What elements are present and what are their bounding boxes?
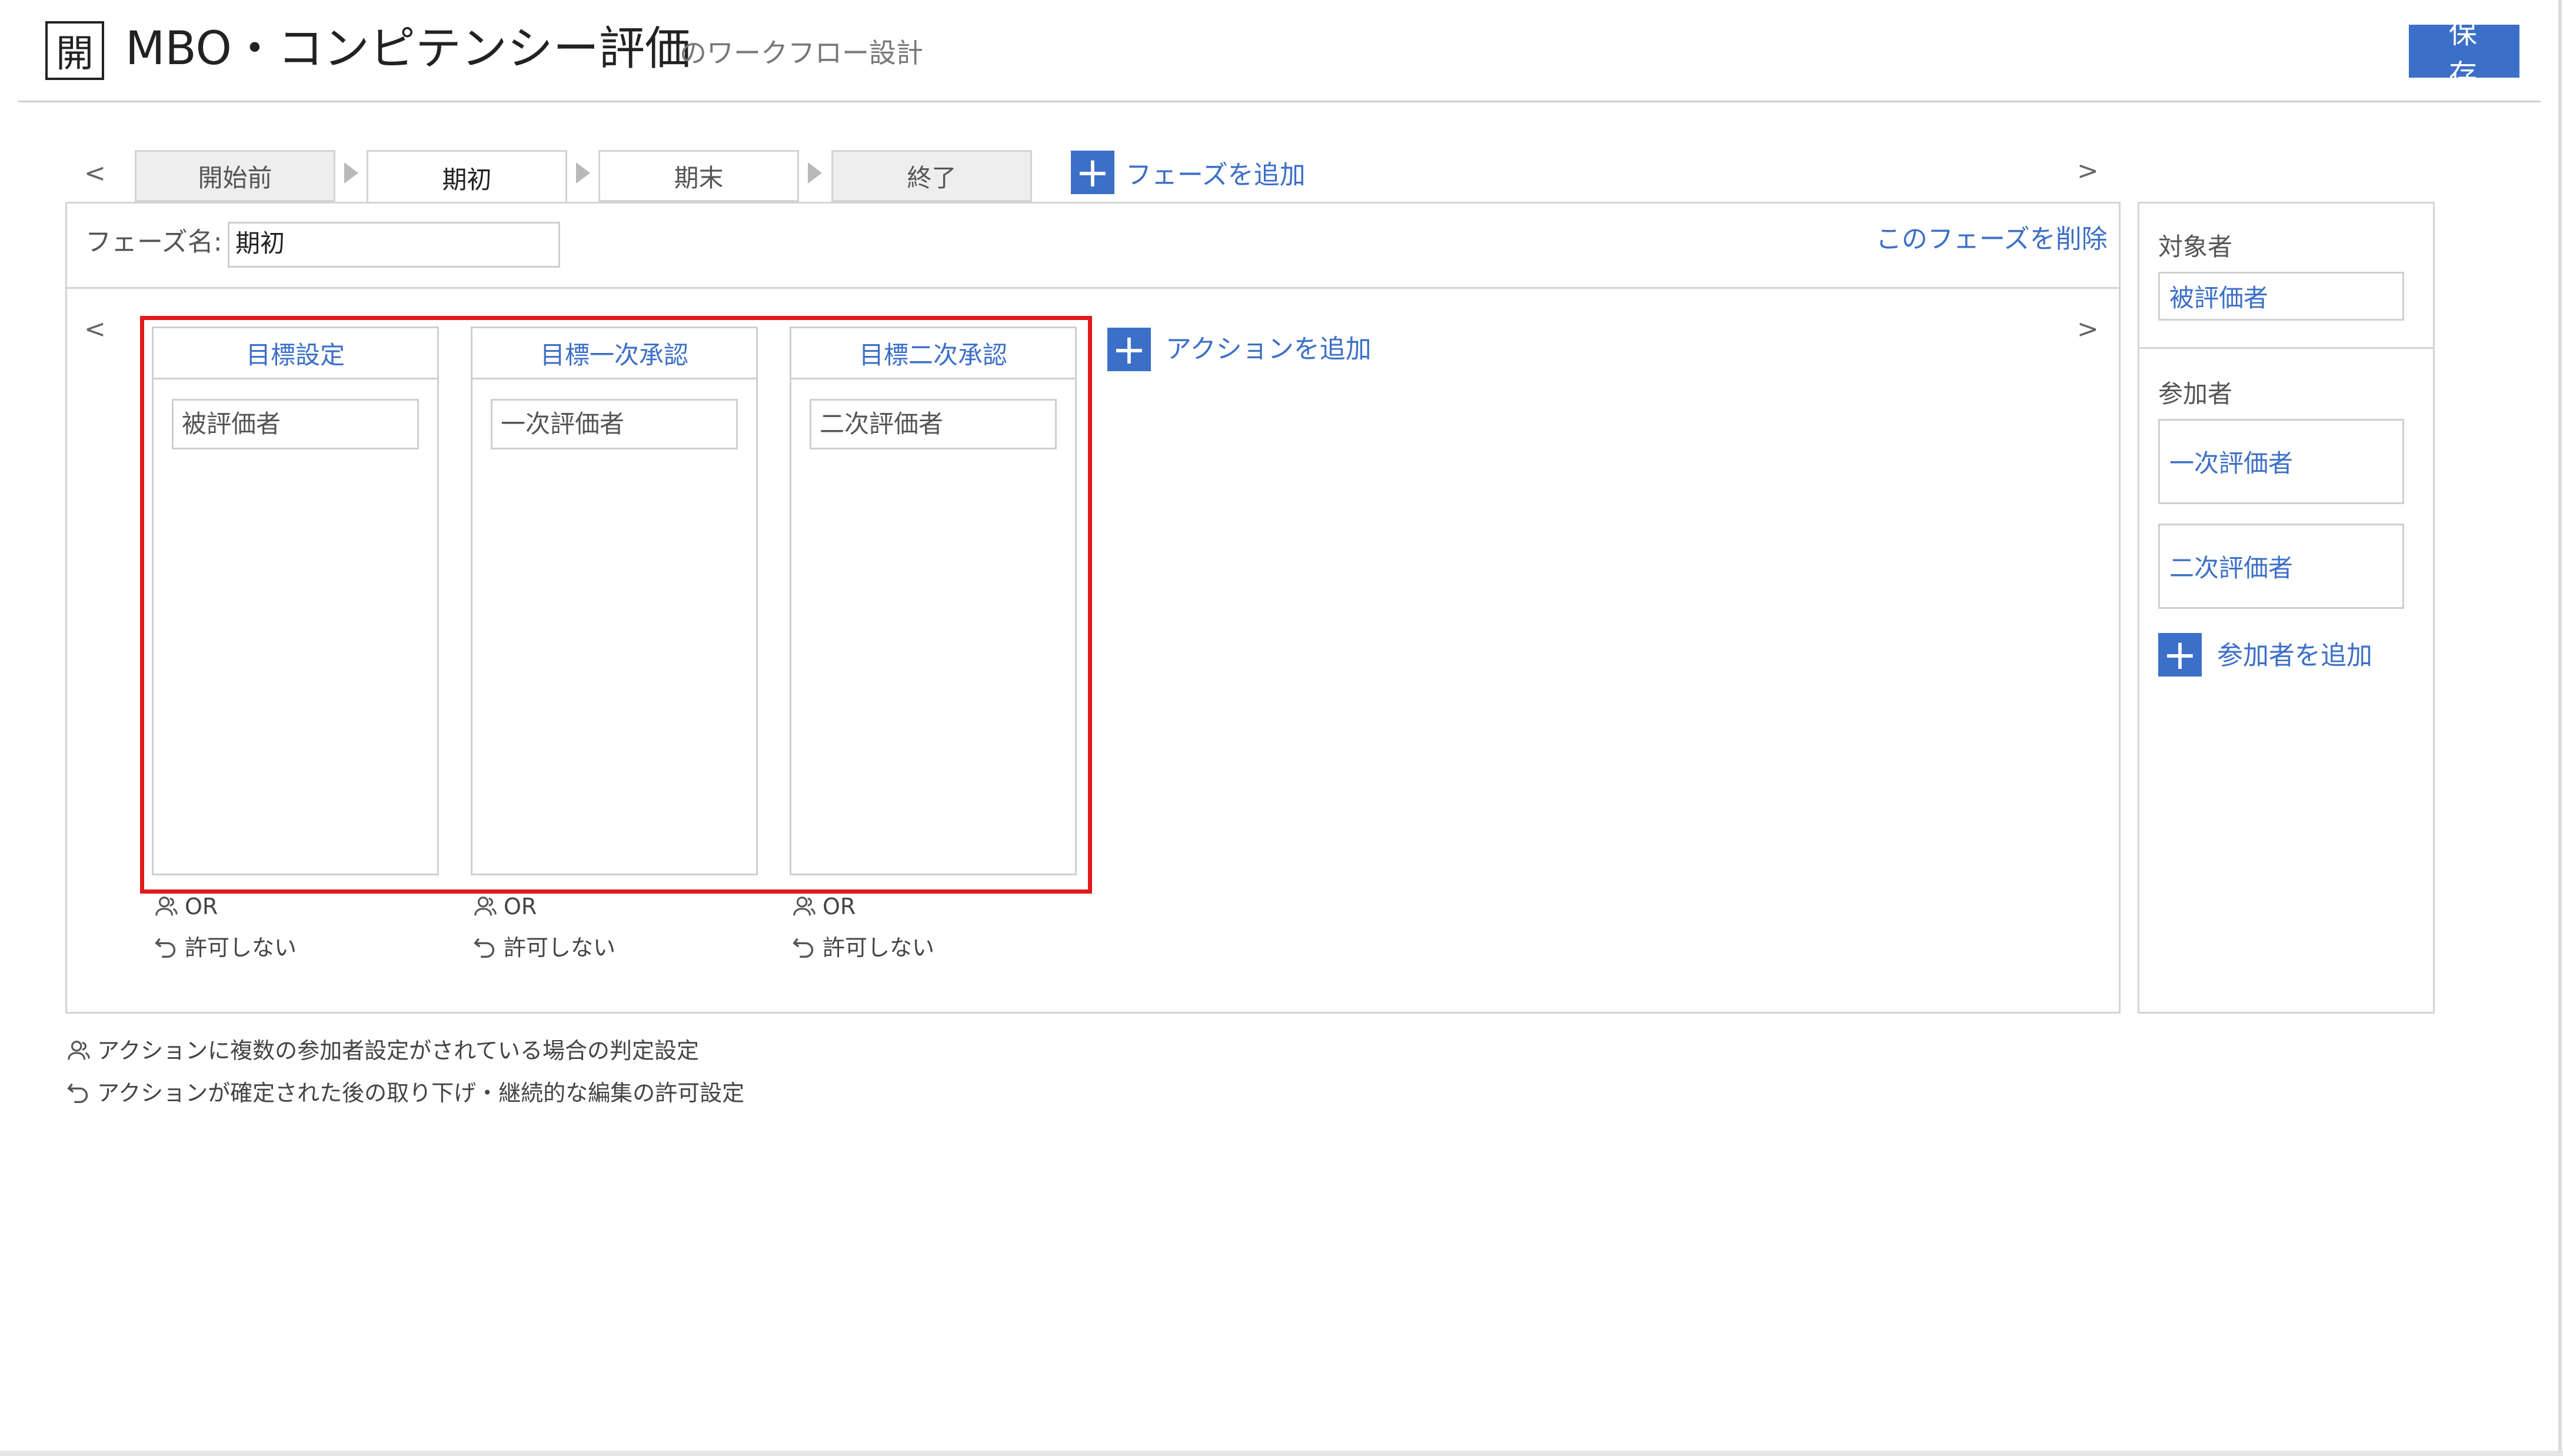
save-button[interactable]: 保 存 xyxy=(2409,18,2519,91)
tab-separator-arrow xyxy=(808,162,822,184)
undo-icon xyxy=(67,1083,88,1104)
judgement-value: OR xyxy=(823,894,856,919)
target-participant-value: 被評価者 xyxy=(2169,284,2269,312)
tab-phase-beginning[interactable]: 期初 xyxy=(367,150,567,204)
add-participant-link[interactable]: 参加者を追加 xyxy=(2217,640,2372,672)
action-participant-slot[interactable]: 二次評価者 xyxy=(810,399,1057,449)
participants-icon xyxy=(68,1041,90,1060)
participants-icon xyxy=(474,897,497,916)
phase-divider xyxy=(67,287,2119,289)
window-edge-right xyxy=(2558,0,2562,1456)
participant-name: 二次評価者 xyxy=(2169,554,2294,582)
undo-icon xyxy=(793,938,814,958)
target-label: 対象者 xyxy=(2158,232,2233,261)
action-title[interactable]: 目標二次承認 xyxy=(791,326,1075,379)
participant-box[interactable]: 二次評価者 xyxy=(2158,524,2404,609)
permission-setting[interactable]: 許可しない xyxy=(153,934,297,961)
add-participant-plus-icon[interactable]: + xyxy=(2158,633,2202,677)
participants-icon xyxy=(793,897,815,916)
action-title[interactable]: 目標設定 xyxy=(154,326,437,379)
participant-name: 一次評価者 xyxy=(2169,449,2294,478)
add-phase-plus-icon[interactable]: + xyxy=(1071,151,1114,194)
action-title-divider xyxy=(472,378,756,379)
judgement-value: OR xyxy=(185,894,218,919)
window-edge-bottom xyxy=(0,1451,2563,1456)
page-title: MBO・コンピテンシー評価 xyxy=(125,22,691,75)
phase-name-input[interactable]: 期初 xyxy=(228,222,560,268)
action-title-divider xyxy=(154,378,437,379)
tab-separator-arrow xyxy=(576,162,590,184)
judgement-value: OR xyxy=(504,894,537,919)
target-participant-box[interactable]: 被評価者 xyxy=(2158,272,2404,321)
add-phase-link[interactable]: フェーズを追加 xyxy=(1126,159,1306,191)
delete-phase-link[interactable]: このフェーズを削除 xyxy=(1876,224,2108,255)
add-action-plus-icon[interactable]: + xyxy=(1107,328,1151,371)
action-title[interactable]: 目標一次承認 xyxy=(472,326,756,379)
permission-value: 許可しない xyxy=(823,935,935,961)
legend-judgement: アクションに複数の参加者設定がされている場合の判定設定 xyxy=(65,1037,699,1065)
participant-box[interactable]: 一次評価者 xyxy=(2158,419,2404,504)
action-participant-slot[interactable]: 一次評価者 xyxy=(491,399,738,449)
permission-value: 許可しない xyxy=(504,935,616,961)
permission-setting[interactable]: 許可しない xyxy=(791,934,934,961)
participants-icon xyxy=(155,897,178,916)
judgement-setting[interactable]: OR xyxy=(153,893,218,920)
action-prev-arrow[interactable]: < xyxy=(84,315,106,344)
header-divider xyxy=(18,101,2541,102)
tab-phase-before-start[interactable]: 開始前 xyxy=(135,150,335,202)
phase-next-arrow[interactable]: > xyxy=(2077,156,2099,186)
legend-permission: アクションが確定された後の取り下げ・継続的な編集の許可設定 xyxy=(65,1079,744,1107)
app-logo-icon: 開 xyxy=(45,21,104,80)
permission-setting[interactable]: 許可しない xyxy=(472,934,615,961)
legend-permission-text: アクションが確定された後の取り下げ・継続的な編集の許可設定 xyxy=(97,1080,745,1106)
action-participant-slot[interactable]: 被評価者 xyxy=(172,399,419,449)
permission-value: 許可しない xyxy=(185,935,297,961)
action-next-arrow[interactable]: > xyxy=(2077,315,2099,344)
side-panel-divider xyxy=(2139,347,2433,349)
page-subtitle: のワークフロー設計 xyxy=(680,37,923,69)
participants-label: 参加者 xyxy=(2158,379,2233,408)
phase-prev-arrow[interactable]: < xyxy=(84,159,106,188)
tab-phase-finished[interactable]: 終了 xyxy=(831,150,1032,202)
tab-separator-arrow xyxy=(344,162,358,184)
legend-judgement-text: アクションに複数の参加者設定がされている場合の判定設定 xyxy=(97,1038,699,1064)
add-action-link[interactable]: アクションを追加 xyxy=(1166,334,1372,365)
undo-icon xyxy=(155,938,176,958)
undo-icon xyxy=(474,938,495,958)
judgement-setting[interactable]: OR xyxy=(791,893,856,920)
logo-char: 開 xyxy=(56,32,94,76)
phase-name-label: フェーズ名: xyxy=(85,227,222,257)
judgement-setting[interactable]: OR xyxy=(472,893,537,920)
tab-phase-end-of-term[interactable]: 期末 xyxy=(598,150,799,202)
action-title-divider xyxy=(791,378,1075,379)
